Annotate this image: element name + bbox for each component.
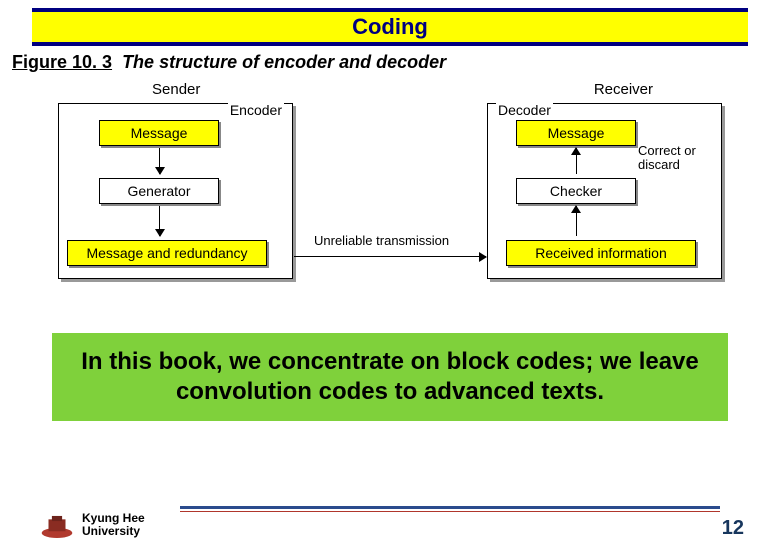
encoder-output: Message and redundancy <box>67 240 267 266</box>
slide-footer: Kyung Hee University 12 <box>0 500 780 540</box>
figure-number: Figure 10. 3 <box>12 52 112 72</box>
university-name: Kyung Hee University <box>82 512 145 538</box>
note-box: In this book, we concentrate on block co… <box>52 333 728 421</box>
transmission-arrow <box>294 256 486 257</box>
encoder-box: Encoder Message Generator Message and re… <box>58 103 293 279</box>
figure-caption: Figure 10. 3 The structure of encoder an… <box>12 52 748 73</box>
sender-label: Sender <box>152 81 200 98</box>
slide-title-bar: Coding <box>32 8 748 46</box>
arrow-icon <box>576 206 577 236</box>
footer-divider <box>180 506 720 512</box>
university-line1: Kyung Hee <box>82 511 145 525</box>
generator-box: Generator <box>99 178 219 204</box>
correct-discard-label: Correct or discard <box>638 144 718 173</box>
encoder-title: Encoder <box>228 102 284 118</box>
transmission-label: Unreliable transmission <box>314 233 449 248</box>
checker-box: Checker <box>516 178 636 204</box>
encoder-decoder-diagram: Sender Receiver Encoder Message Generato… <box>32 81 748 311</box>
encoder-message: Message <box>99 120 219 146</box>
decoder-input: Received information <box>506 240 696 266</box>
university-logo-icon <box>40 514 74 540</box>
university-line2: University <box>82 524 140 538</box>
arrow-icon <box>576 148 577 174</box>
slide-title: Coding <box>32 12 748 42</box>
decoder-title: Decoder <box>496 102 553 118</box>
receiver-label: Receiver <box>594 81 653 98</box>
decoder-box: Decoder Message Correct or discard Check… <box>487 103 722 279</box>
figure-text: The structure of encoder and decoder <box>122 52 446 72</box>
arrow-icon <box>159 148 160 174</box>
arrow-icon <box>159 206 160 236</box>
page-number: 12 <box>722 517 744 540</box>
decoder-message: Message <box>516 120 636 146</box>
